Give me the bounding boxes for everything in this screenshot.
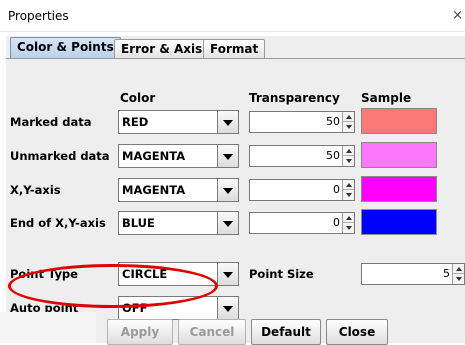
unmarked-data-color-value: MAGENTA [122,149,186,163]
spinner-down-icon[interactable] [343,122,354,132]
dropdown-arrow-icon[interactable] [217,212,238,234]
row-label-unmarked-data: Unmarked data [10,149,110,163]
unmarked-data-color-select[interactable]: MAGENTA [118,144,239,168]
header-transparency: Transparency [249,91,340,105]
auto-point-select[interactable]: OFF [118,296,239,320]
point-size-spinner[interactable]: 5 [361,263,465,285]
spinner-up-icon[interactable] [343,112,354,122]
point-type-select[interactable]: CIRCLE [118,262,239,286]
point-type-label: Point Type [10,267,78,281]
color-points-panel: Color Transparency Sample Marked data RE… [6,58,465,345]
spinner-down-icon[interactable] [453,274,464,284]
spinner-up-icon[interactable] [343,213,354,223]
marked-data-sample-swatch[interactable] [361,108,437,134]
dropdown-arrow-icon[interactable] [217,263,238,285]
end-xy-axis-sample-swatch[interactable] [361,209,437,235]
cancel-button[interactable]: Cancel [178,319,246,345]
unmarked-data-sample-swatch[interactable] [361,142,437,168]
background-strip [0,312,96,343]
end-xy-axis-color-value: BLUE [122,216,155,230]
spinner-down-icon[interactable] [343,190,354,200]
xy-axis-color-select[interactable]: MAGENTA [118,178,239,202]
xy-axis-sample-swatch[interactable] [361,176,437,202]
apply-button[interactable]: Apply [107,319,173,345]
xy-axis-transparency-value: 0 [333,183,340,196]
tab-format[interactable]: Format [203,39,266,59]
header-sample: Sample [361,91,412,105]
dropdown-arrow-icon[interactable] [217,111,238,133]
window-title: Properties [8,9,69,23]
unmarked-data-transparency-spinner[interactable]: 50 [249,145,355,167]
dropdown-arrow-icon[interactable] [217,297,238,319]
close-icon[interactable]: × [452,8,463,23]
spinner-down-icon[interactable] [343,156,354,166]
row-label-marked-data: Marked data [10,115,92,129]
xy-axis-transparency-spinner[interactable]: 0 [249,179,355,201]
spinner-up-icon[interactable] [343,146,354,156]
title-bar: Properties × [0,0,465,32]
row-label-xy-axis: X,Y-axis [10,183,61,197]
xy-axis-color-value: MAGENTA [122,183,186,197]
spinner-down-icon[interactable] [343,223,354,233]
marked-data-transparency-spinner[interactable]: 50 [249,111,355,133]
spinner-up-icon[interactable] [343,180,354,190]
default-button[interactable]: Default [251,319,321,345]
point-size-value: 5 [443,267,450,280]
point-size-label: Point Size [249,267,314,281]
marked-data-color-select[interactable]: RED [118,110,239,134]
tab-error-axis[interactable]: Error & Axis [114,39,210,59]
end-xy-axis-color-select[interactable]: BLUE [118,211,239,235]
tab-strip: Color & Points Error & Axis Format [6,36,465,59]
row-label-end-xy-axis: End of X,Y-axis [10,216,106,230]
end-xy-axis-transparency-spinner[interactable]: 0 [249,212,355,234]
close-button[interactable]: Close [326,319,388,345]
dialog-content: Color & Points Error & Axis Format Color… [6,36,465,345]
dropdown-arrow-icon[interactable] [217,179,238,201]
spinner-up-icon[interactable] [453,264,464,274]
tab-color-points[interactable]: Color & Points [10,37,121,59]
unmarked-data-transparency-value: 50 [326,149,340,162]
end-xy-axis-transparency-value: 0 [333,216,340,229]
header-color: Color [120,91,156,105]
marked-data-color-value: RED [122,115,149,129]
dropdown-arrow-icon[interactable] [217,145,238,167]
marked-data-transparency-value: 50 [326,115,340,128]
point-type-value: CIRCLE [122,267,168,281]
auto-point-value: OFF [122,301,148,315]
